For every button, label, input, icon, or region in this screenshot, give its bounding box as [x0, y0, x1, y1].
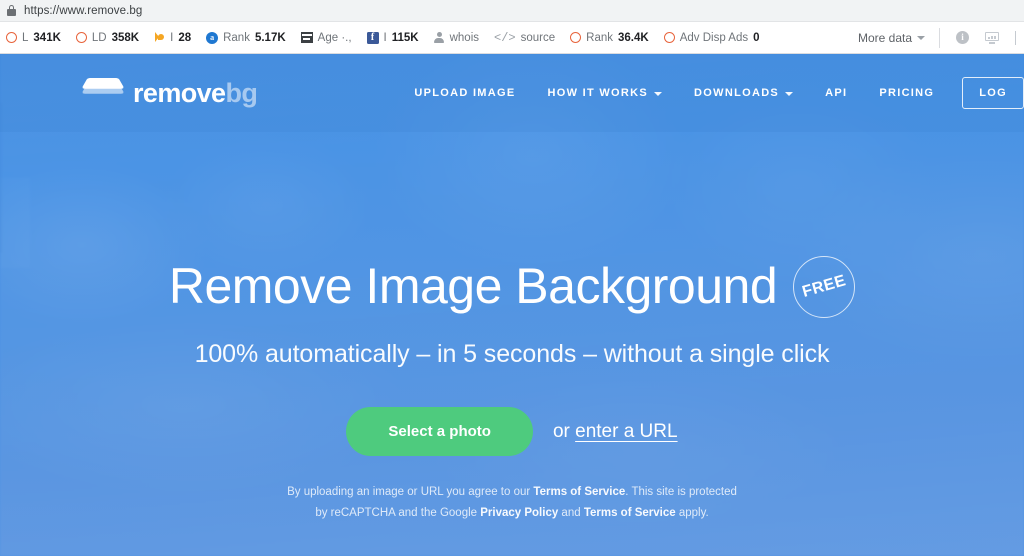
- select-a-photo-button[interactable]: Select a photo: [346, 407, 533, 456]
- url-text[interactable]: https://www.remove.bg: [24, 5, 142, 17]
- nav-label: UPLOAD IMAGE: [414, 87, 516, 99]
- chevron-down-icon: [917, 35, 925, 40]
- seo-metric-label: Rank: [223, 31, 250, 44]
- seo-metric-age[interactable]: Age ·.,: [300, 31, 361, 44]
- nav-item-how-it-works[interactable]: HOW IT WORKS: [532, 87, 679, 99]
- archive-icon: [300, 32, 313, 43]
- seo-source-label: source: [520, 31, 556, 44]
- seo-metric-value: 36.4K: [618, 31, 649, 44]
- terms-of-service-link[interactable]: Terms of Service: [533, 486, 625, 498]
- moz-ring-icon: [6, 32, 17, 43]
- free-badge-label: FREE: [800, 272, 848, 301]
- seo-metric-label: Rank: [586, 31, 614, 44]
- logo-word-remove: remove: [133, 77, 226, 108]
- code-icon: </>: [494, 30, 516, 45]
- enter-url-link[interactable]: enter a URL: [575, 421, 677, 442]
- browser-url-bar[interactable]: https://www.remove.bg: [0, 0, 1024, 22]
- seo-extension-toolbar: L 341K LD 358K I 28 a Rank 5.17K Age ·.,…: [0, 22, 1024, 54]
- or-text: or: [552, 420, 576, 442]
- nav-label: DOWNLOADS: [694, 87, 780, 99]
- seo-metric-value: 28: [178, 31, 192, 44]
- chevron-down-icon: [654, 91, 663, 96]
- headline-row: Remove Image Background FREE: [0, 254, 1024, 318]
- fineprint-text: apply.: [675, 507, 709, 520]
- hero-subtitle: 100% automatically – in 5 seconds – with…: [194, 340, 830, 368]
- page-title: Remove Image Background: [168, 258, 778, 314]
- site-header: removebg UPLOAD IMAGE HOW IT WORKS DOWNL…: [0, 54, 1024, 132]
- fineprint-text: and: [558, 507, 584, 520]
- info-icon[interactable]: i: [956, 31, 969, 44]
- nav-item-upload-image[interactable]: UPLOAD IMAGE: [398, 87, 531, 99]
- seo-metric-facebook[interactable]: f I 115K: [366, 31, 428, 44]
- facebook-icon: f: [366, 31, 379, 44]
- seo-metric-value: 5.17K: [254, 31, 286, 44]
- fineprint-line-2: by reCAPTCHA and the Google Privacy Poli…: [0, 503, 1024, 524]
- privacy-policy-link[interactable]: Privacy Policy: [480, 507, 558, 519]
- terms-of-service-link-2[interactable]: Terms of Service: [584, 507, 676, 519]
- seo-metric-value: 0: [753, 31, 760, 44]
- seo-metric-bing-index[interactable]: I 28: [154, 32, 200, 44]
- alexa-icon: a: [206, 31, 219, 44]
- layers-icon: [81, 76, 125, 110]
- seo-metric-value: 358K: [111, 31, 140, 44]
- seo-metric-alexa-rank[interactable]: a Rank 5.17K: [206, 31, 295, 44]
- lock-icon: [7, 5, 16, 16]
- seo-metric-label: I: [383, 31, 387, 44]
- person-icon: [434, 31, 445, 44]
- seo-whois-link[interactable]: whois: [434, 31, 488, 44]
- monitor-chart-icon[interactable]: [985, 31, 999, 44]
- seo-metric-label: Age ·.,: [317, 31, 352, 44]
- seo-metric-ld[interactable]: LD 358K: [75, 31, 148, 44]
- hero-content: Remove Image Background FREE 100% automa…: [0, 254, 1024, 525]
- seo-metric-label: LD: [91, 31, 107, 44]
- seo-metric-label: I: [170, 31, 174, 44]
- fineprint-text: by reCAPTCHA and the Google: [315, 507, 481, 520]
- legal-fineprint: By uploading an image or URL you agree t…: [0, 482, 1024, 525]
- seo-source-link[interactable]: </> source: [494, 32, 564, 44]
- moz-ring-icon: [663, 32, 675, 43]
- nav-label: API: [825, 87, 848, 99]
- fineprint-text: By uploading an image or URL you agree t…: [287, 486, 534, 498]
- fineprint-line-1: By uploading an image or URL you agree t…: [0, 482, 1024, 503]
- free-badge: FREE: [793, 256, 856, 318]
- hero-section: removebg UPLOAD IMAGE HOW IT WORKS DOWNL…: [0, 54, 1024, 556]
- more-data-dropdown[interactable]: More data: [858, 31, 939, 45]
- site-logo[interactable]: removebg: [81, 76, 258, 110]
- seo-metric-value: 341K: [33, 31, 61, 44]
- logo-wordmark: removebg: [133, 77, 258, 108]
- nav-label: HOW IT WORKS: [547, 87, 649, 99]
- moz-ring-icon: [570, 32, 582, 43]
- seo-metric-adv-disp-ads[interactable]: Adv Disp Ads 0: [663, 31, 769, 44]
- seo-metric-rank[interactable]: Rank 36.4K: [570, 32, 658, 44]
- more-data-label: More data: [857, 30, 912, 45]
- hero-cta-row: Select a photo or enter a URL: [0, 407, 1024, 456]
- nav-item-api[interactable]: API: [809, 87, 863, 99]
- enter-url-option: or enter a URL: [553, 421, 678, 443]
- toolbar-clipped-icon[interactable]: [1015, 30, 1018, 45]
- main-navigation: UPLOAD IMAGE HOW IT WORKS DOWNLOADS API …: [398, 77, 1024, 109]
- seo-metric-value: 115K: [391, 31, 419, 44]
- nav-item-downloads[interactable]: DOWNLOADS: [678, 87, 809, 99]
- moz-ring-icon: [75, 32, 87, 43]
- seo-metric-l[interactable]: L 341K: [6, 32, 70, 44]
- seo-metric-label: L: [22, 31, 29, 44]
- bing-icon: [154, 32, 165, 43]
- chevron-down-icon: [785, 91, 794, 96]
- fineprint-text: . This site is protected: [625, 486, 737, 498]
- toolbar-right-actions: i: [940, 30, 1024, 45]
- nav-item-pricing[interactable]: PRICING: [863, 87, 950, 99]
- logo-word-bg: bg: [225, 77, 258, 108]
- seo-metric-label: Adv Disp Ads: [679, 31, 749, 44]
- seo-whois-label: whois: [449, 31, 480, 44]
- login-button[interactable]: LOG: [962, 77, 1024, 109]
- nav-label: PRICING: [879, 87, 935, 99]
